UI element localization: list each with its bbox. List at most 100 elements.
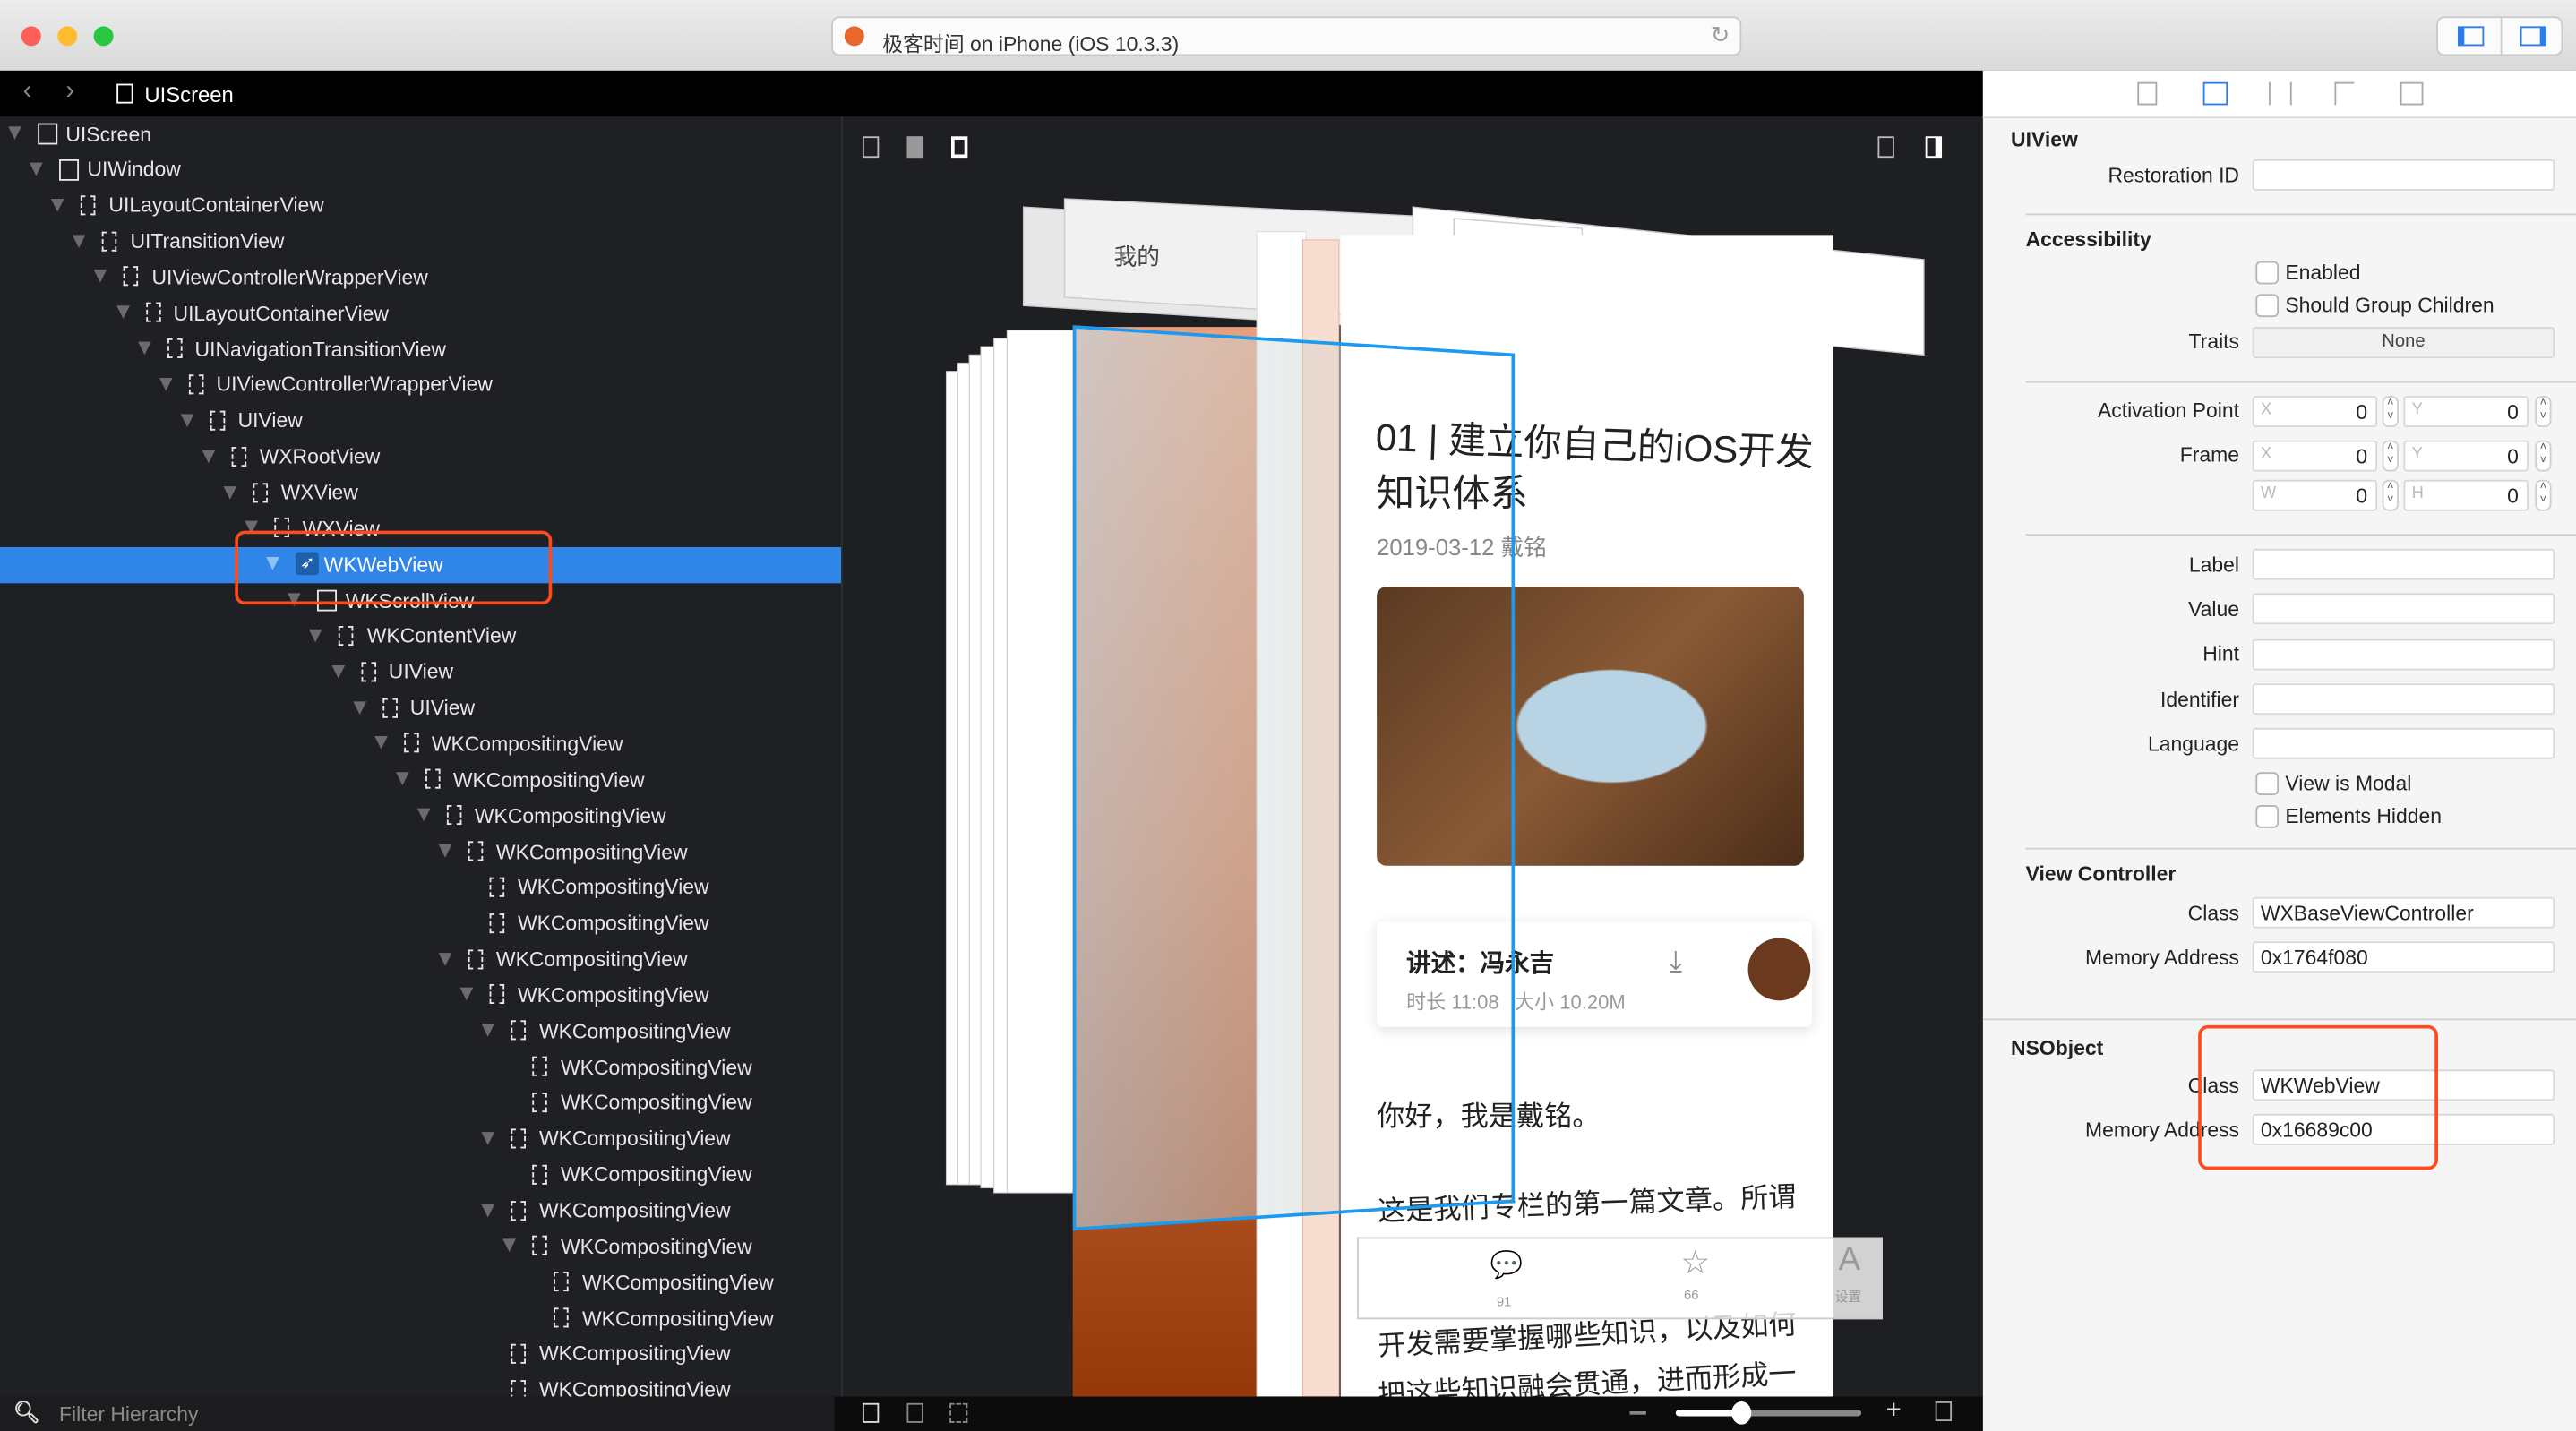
frame-w-stepper[interactable]: ˄ ˅ [2382,479,2399,511]
disclosure-triangle-icon[interactable] [331,664,345,679]
tree-row[interactable]: WKCompositingView [0,870,841,906]
file-inspector-icon[interactable] [2137,81,2158,106]
group-children-checkbox[interactable] [2255,294,2280,318]
restoration-id-field[interactable] [2252,159,2555,191]
disclosure-triangle-icon[interactable] [481,1024,495,1038]
toggle-inspector-icon[interactable] [2520,26,2547,47]
search-icon[interactable]: 🔍︎ [13,1400,40,1426]
tree-row[interactable]: UITransitionView [0,225,841,261]
tree-row[interactable]: WKCompositingView [0,1050,841,1086]
disclosure-triangle-icon[interactable] [309,629,323,643]
tree-row[interactable]: WKCompositingView [0,799,841,835]
disclosure-triangle-icon[interactable] [94,270,107,284]
tree-row[interactable]: WKCompositingView [0,1265,841,1301]
tree-row[interactable]: WKCompositingView [0,1301,841,1337]
tree-row[interactable]: WKCompositingView [0,1086,841,1122]
tree-row[interactable]: WKCompositingView [0,835,841,870]
frame-y-field[interactable]: Y0 [2403,440,2529,472]
breadcrumb-item[interactable]: UIScreen [144,82,233,107]
frame-h-field[interactable]: H0 [2403,479,2529,511]
disclosure-triangle-icon[interactable] [481,1203,495,1217]
tree-row[interactable]: UILayoutContainerView [0,296,841,332]
disclosure-triangle-icon[interactable] [73,234,86,248]
zoom-slider-knob[interactable] [1730,1401,1751,1425]
tree-row[interactable]: WXView [0,476,841,511]
tree-row[interactable]: WKCompositingView [0,1122,841,1158]
frame-h-stepper[interactable]: ˄ ˅ [2535,479,2552,511]
zoom-out-icon[interactable] [1629,1411,1646,1415]
tree-row[interactable]: UIViewControllerWrapperView [0,368,841,404]
identifier-field[interactable] [2252,683,2555,716]
disclosure-triangle-icon[interactable] [502,1238,517,1253]
activation-x-stepper[interactable]: ˄ ˅ [2382,396,2399,428]
frame-y-stepper[interactable]: ˄ ˅ [2535,440,2552,472]
minimize-window-button[interactable] [57,26,78,47]
constraints-icon[interactable] [906,1402,923,1423]
tree-row[interactable]: WKContentView [0,619,841,655]
language-field[interactable] [2252,727,2555,759]
tree-row[interactable]: UIViewControllerWrapperView [0,261,841,296]
tree-row[interactable]: WKCompositingView [0,1158,841,1194]
clipped-content-icon[interactable] [862,1402,880,1423]
disclosure-triangle-icon[interactable] [374,736,388,750]
tree-row[interactable]: UILayoutContainerView [0,188,841,224]
tree-row[interactable]: WKCompositingView [0,1230,841,1265]
disclosure-triangle-icon[interactable] [395,772,409,786]
tree-row[interactable]: WKCompositingView [0,1337,841,1373]
tree-row[interactable]: WKCompositingView [0,727,841,763]
size-inspector-icon[interactable] [2334,81,2355,106]
tree-row[interactable]: WKCompositingView [0,978,841,1014]
tree-row[interactable]: UIWindow [0,152,841,188]
traits-popup[interactable]: None [2252,327,2555,358]
tree-row[interactable]: WKCompositingView [0,1373,841,1397]
elements-hidden-checkbox[interactable] [2255,805,2280,828]
zoom-window-button[interactable] [93,26,114,47]
label-field[interactable] [2252,548,2555,580]
tree-row[interactable]: WKCompositingView [0,942,841,978]
zoom-in-icon[interactable]: + [1886,1396,1902,1426]
vc-class-field[interactable]: WXBaseViewController [2252,896,2555,929]
tree-row[interactable]: UIView [0,691,841,727]
object-inspector-icon[interactable] [2202,81,2228,106]
disclosure-triangle-icon[interactable] [459,988,474,1002]
disclosure-triangle-icon[interactable] [137,341,151,356]
tree-row[interactable]: WKCompositingView [0,763,841,799]
vc-address-field[interactable]: 0x1764f080 [2252,941,2555,973]
tree-row[interactable]: WKCompositingView [0,1194,841,1230]
disclosure-triangle-icon[interactable] [8,126,21,140]
orientation-icon[interactable] [1935,1401,1953,1422]
view-is-modal-checkbox[interactable] [2255,772,2280,795]
tree-row[interactable]: WKCompositingView [0,1014,841,1050]
disclosure-triangle-icon[interactable] [352,700,366,715]
tree-row[interactable]: WXRootView [0,440,841,476]
activation-x-field[interactable]: X0 [2252,396,2378,428]
activation-y-stepper[interactable]: ˄ ˅ [2535,396,2552,428]
range-icon[interactable] [949,1402,968,1423]
disclosure-triangle-icon[interactable] [180,413,194,427]
close-window-button[interactable] [21,26,41,47]
tree-row[interactable]: WKCompositingView [0,906,841,942]
3d-view-canvas[interactable]: 我的 ‹ ‹ 01 | 建立你自己的iOS开发 知识体系 2019-03-12 … [842,116,1983,1397]
disclosure-triangle-icon[interactable] [30,162,43,176]
disclosure-triangle-icon[interactable] [223,485,237,499]
disclosure-triangle-icon[interactable] [116,305,129,320]
tree-row[interactable]: UIView [0,404,841,440]
zoom-slider[interactable] [1675,1401,1862,1425]
disclosure-triangle-icon[interactable] [159,377,173,391]
toggle-navigator-icon[interactable] [2457,26,2485,47]
frame-x-stepper[interactable]: ˄ ˅ [2382,440,2399,472]
disclosure-triangle-icon[interactable] [438,844,452,858]
tree-row[interactable]: UIView [0,656,841,691]
disclosure-triangle-icon[interactable] [438,952,452,965]
enabled-checkbox[interactable] [2255,261,2280,285]
back-arrow-icon[interactable]: ‹ [23,77,32,107]
hint-field[interactable] [2252,638,2555,671]
value-field[interactable] [2252,593,2555,625]
layer-inspector-icon[interactable] [2400,81,2424,106]
disclosure-triangle-icon[interactable] [51,198,64,212]
frame-w-field[interactable]: W0 [2252,479,2378,511]
attributes-inspector-icon[interactable] [2269,81,2292,106]
tree-row[interactable]: UINavigationTransitionView [0,332,841,368]
forward-arrow-icon[interactable]: › [65,77,74,107]
disclosure-triangle-icon[interactable] [202,450,216,463]
